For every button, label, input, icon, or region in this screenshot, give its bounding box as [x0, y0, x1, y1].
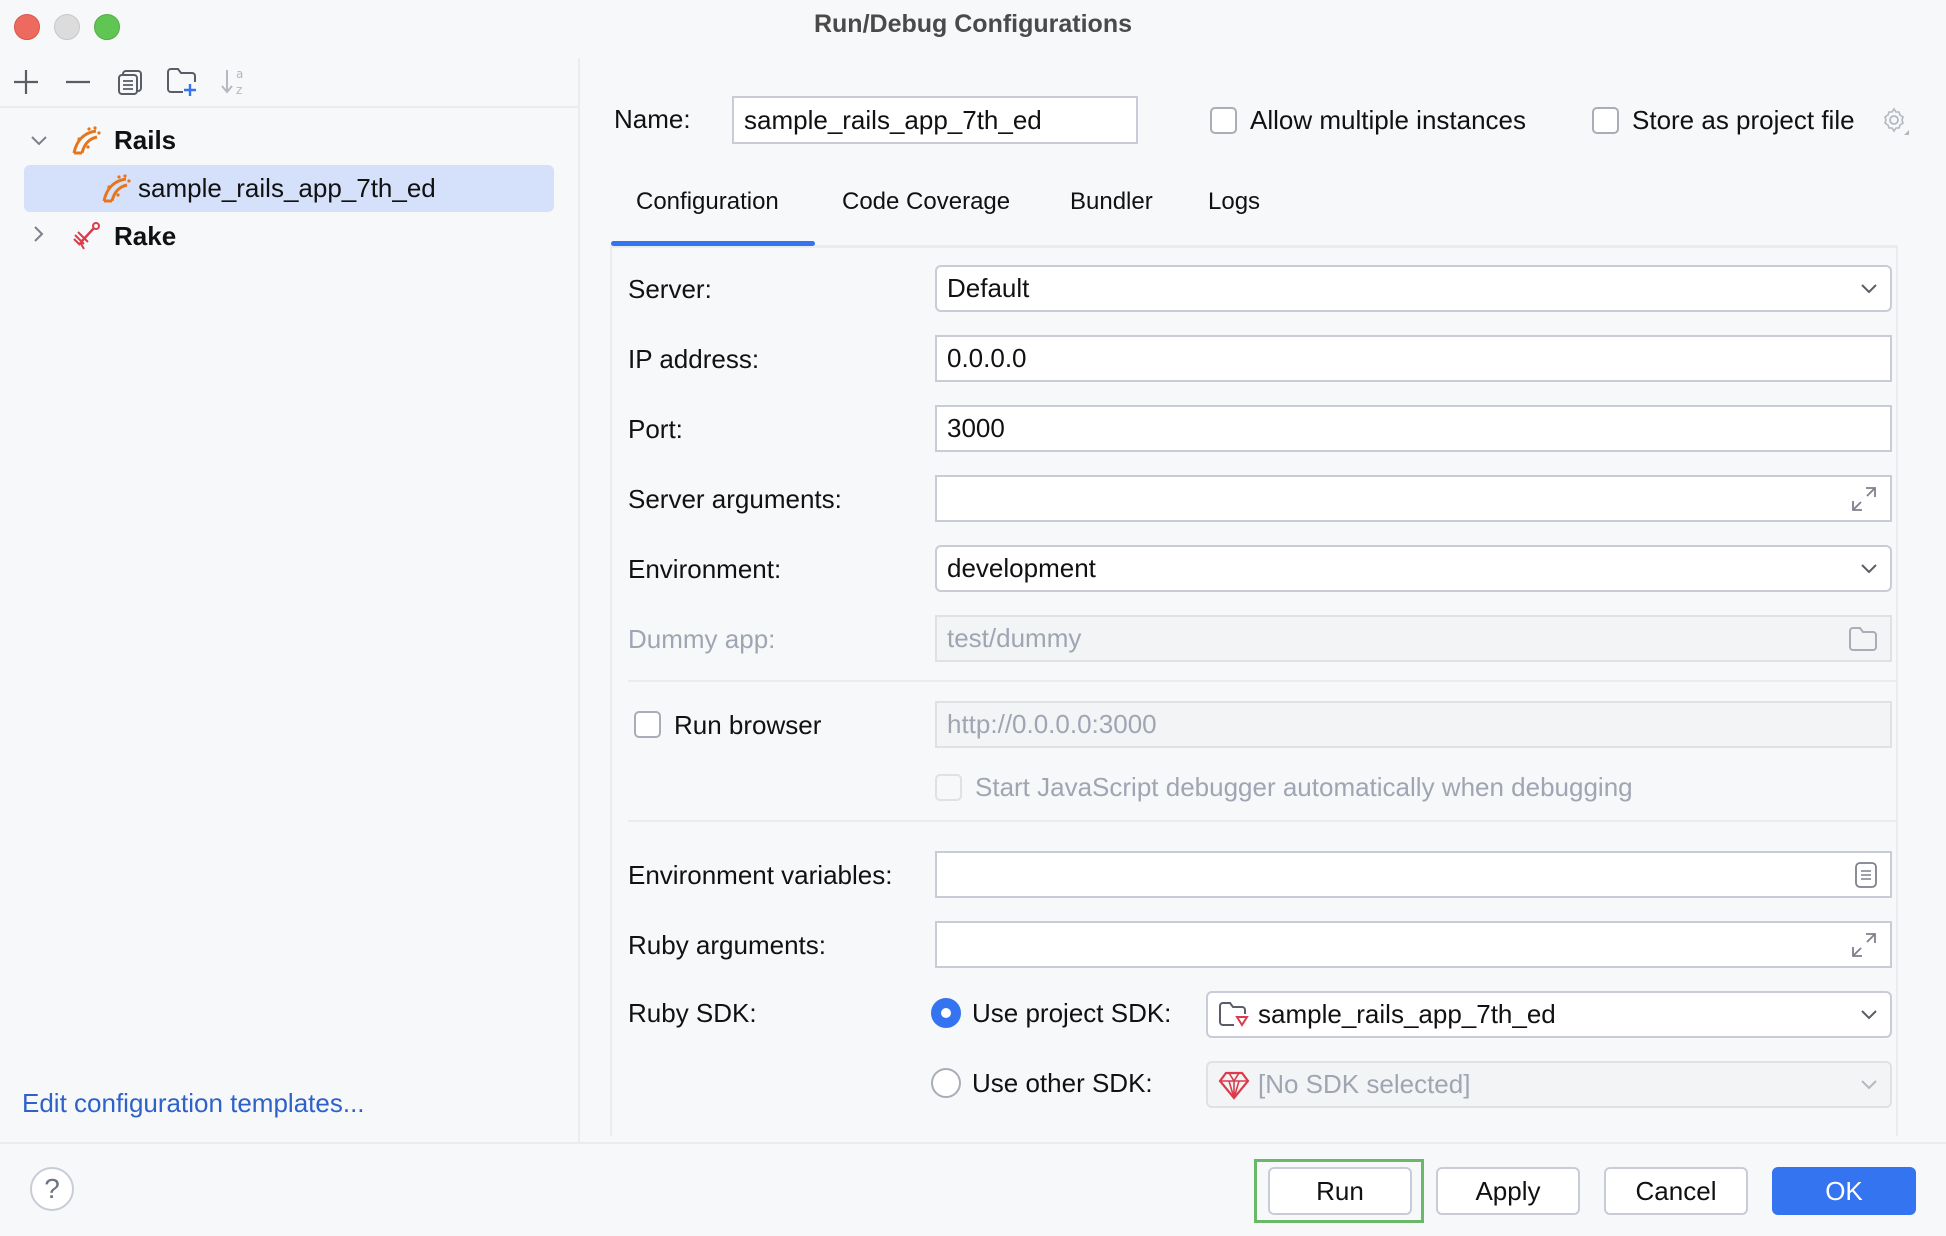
- svg-text:z: z: [236, 83, 242, 97]
- help-button[interactable]: ?: [30, 1167, 74, 1211]
- remove-configuration-button[interactable]: [60, 64, 96, 100]
- environment-label: Environment:: [628, 554, 782, 584]
- expand-icon[interactable]: [1850, 931, 1878, 959]
- project-sdk-dropdown[interactable]: sample_rails_app_7th_ed: [1206, 991, 1892, 1038]
- tree-item-label: Rails: [114, 124, 177, 155]
- cancel-button[interactable]: Cancel: [1604, 1167, 1748, 1215]
- environment-value: development: [947, 553, 1096, 583]
- copy-icon: [118, 70, 142, 95]
- tree-item-label: sample_rails_app_7th_ed: [138, 172, 436, 203]
- port-input[interactable]: 3000: [935, 405, 1892, 452]
- svg-text:a: a: [236, 67, 243, 81]
- edit-list-icon[interactable]: [1854, 861, 1878, 889]
- project-sdk-folder-icon: [1218, 1001, 1250, 1029]
- ruby-arguments-input[interactable]: [935, 921, 1892, 968]
- new-folder-button[interactable]: [164, 64, 200, 100]
- add-configuration-button[interactable]: [8, 64, 44, 100]
- other-sdk-dropdown: [No SDK selected]: [1206, 1061, 1892, 1108]
- tree-item-sample-rails-app[interactable]: sample_rails_app_7th_ed: [100, 164, 436, 212]
- tab-logs[interactable]: Logs: [1208, 188, 1260, 216]
- help-icon: ?: [44, 1173, 60, 1204]
- dummy-app-value: test/dummy: [947, 623, 1082, 653]
- name-label: Name:: [614, 104, 691, 134]
- use-other-sdk-label: Use other SDK:: [972, 1068, 1153, 1098]
- js-debugger-label: Start JavaScript debugger automatically …: [975, 772, 1633, 802]
- section-divider: [628, 820, 1898, 822]
- js-debugger-checkbox: [935, 774, 962, 801]
- server-arguments-input[interactable]: [935, 475, 1892, 522]
- remove-icon: [66, 80, 90, 84]
- gear-icon[interactable]: [1880, 106, 1910, 143]
- ip-address-label: IP address:: [628, 344, 760, 374]
- allow-multiple-instances-label: Allow multiple instances: [1250, 105, 1527, 135]
- edit-configuration-templates-link[interactable]: Edit configuration templates...: [22, 1088, 365, 1119]
- tab-bundler[interactable]: Bundler: [1070, 188, 1153, 216]
- run-browser-label: Run browser: [674, 710, 822, 740]
- chevron-down-icon[interactable]: [24, 127, 54, 153]
- tree-item-label: Rake: [114, 220, 177, 251]
- chevron-down-icon: [1860, 283, 1878, 295]
- ruby-arguments-label: Ruby arguments:: [628, 930, 826, 960]
- chevron-down-icon: [1860, 563, 1878, 575]
- store-as-project-file-label: Store as project file: [1632, 105, 1855, 135]
- tree-item-rake[interactable]: Rake: [24, 212, 176, 260]
- server-dropdown[interactable]: Default: [935, 265, 1892, 312]
- chevron-down-icon: [1860, 1009, 1878, 1021]
- tab-code-coverage[interactable]: Code Coverage: [842, 188, 1010, 216]
- run-button[interactable]: Run: [1268, 1167, 1412, 1215]
- dummy-app-label: Dummy app:: [628, 624, 776, 654]
- ruby-sdk-label: Ruby SDK:: [628, 998, 757, 1028]
- footer-divider: [0, 1142, 1946, 1144]
- ok-button[interactable]: OK: [1772, 1167, 1916, 1215]
- other-sdk-value: [No SDK selected]: [1258, 1069, 1471, 1099]
- name-input-value: sample_rails_app_7th_ed: [744, 104, 1042, 135]
- use-project-sdk-radio[interactable]: [931, 998, 961, 1028]
- tree-item-rails[interactable]: Rails: [24, 116, 176, 164]
- environment-dropdown[interactable]: development: [935, 545, 1892, 592]
- chevron-right-icon[interactable]: [24, 223, 54, 249]
- toolbar-divider: [0, 106, 580, 108]
- tab-configuration[interactable]: Configuration: [636, 188, 779, 216]
- add-icon: [14, 70, 38, 94]
- name-input[interactable]: sample_rails_app_7th_ed: [732, 96, 1138, 144]
- rake-icon: [64, 221, 110, 251]
- use-project-sdk-label: Use project SDK:: [972, 998, 1172, 1028]
- sort-configurations-button[interactable]: az: [216, 64, 252, 100]
- expand-icon[interactable]: [1850, 485, 1878, 513]
- use-other-sdk-radio[interactable]: [931, 1068, 961, 1098]
- environment-variables-input[interactable]: [935, 851, 1892, 898]
- rails-icon: [64, 125, 110, 155]
- new-folder-icon: [167, 68, 196, 96]
- folder-icon: [1848, 626, 1878, 652]
- chevron-down-icon: [1860, 1079, 1878, 1091]
- ip-address-input[interactable]: 0.0.0.0: [935, 335, 1892, 382]
- port-value: 3000: [947, 413, 1005, 443]
- ip-address-value: 0.0.0.0: [947, 343, 1027, 373]
- run-browser-url-input: http://0.0.0.0:3000: [935, 701, 1892, 748]
- sort-alpha-icon: az: [221, 67, 243, 97]
- section-divider: [628, 680, 1898, 682]
- window-title: Run/Debug Configurations: [813, 10, 1133, 38]
- rails-icon: [100, 173, 134, 203]
- run-browser-url-value: http://0.0.0.0:3000: [947, 709, 1157, 739]
- allow-multiple-instances-checkbox[interactable]: [1210, 107, 1237, 134]
- ruby-gem-icon: [1218, 1070, 1250, 1100]
- apply-button[interactable]: Apply: [1436, 1167, 1580, 1215]
- server-arguments-label: Server arguments:: [628, 484, 842, 514]
- server-label: Server:: [628, 274, 712, 304]
- environment-variables-label: Environment variables:: [628, 860, 893, 890]
- dummy-app-input: test/dummy: [935, 615, 1892, 662]
- port-label: Port:: [628, 414, 683, 444]
- store-as-project-file-checkbox[interactable]: [1592, 107, 1619, 134]
- run-browser-checkbox[interactable]: [634, 711, 661, 738]
- server-value: Default: [947, 273, 1030, 303]
- copy-configuration-button[interactable]: [112, 64, 148, 100]
- project-sdk-value: sample_rails_app_7th_ed: [1258, 999, 1556, 1029]
